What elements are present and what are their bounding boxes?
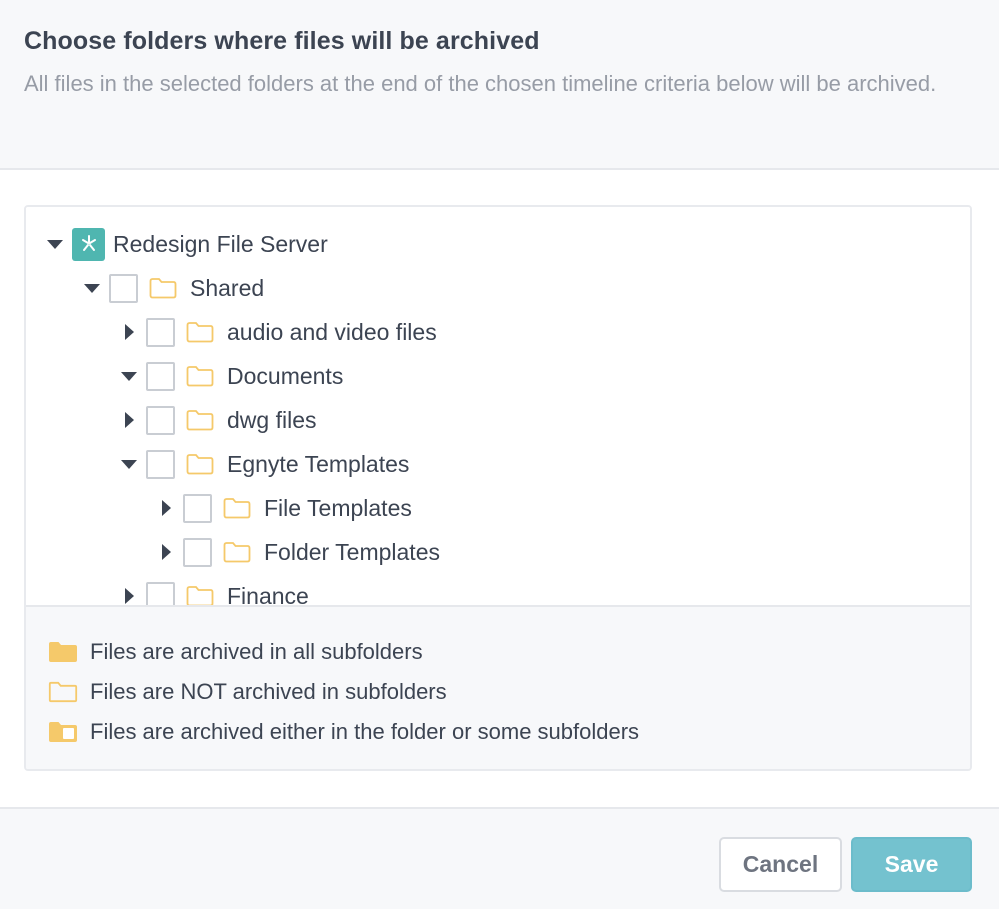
caret-down-icon[interactable] — [46, 235, 64, 253]
tree-item-label: Egnyte Templates — [227, 450, 410, 477]
tree-item-documents[interactable]: Documents — [120, 356, 343, 396]
tree-root[interactable]: Redesign File Server — [46, 224, 328, 264]
caret-down-icon[interactable] — [120, 455, 138, 473]
server-logo-icon — [72, 227, 105, 261]
folder-legend: Files are archived in all subfolders Fil… — [26, 605, 970, 769]
caret-down-icon[interactable] — [83, 279, 101, 297]
folder-outline-icon — [186, 586, 214, 605]
tree-root-label: Redesign File Server — [113, 230, 328, 257]
tree-item-label: dwg files — [227, 406, 317, 433]
caret-right-icon[interactable] — [157, 499, 175, 517]
legend-label: Files are NOT archived in subfolders — [90, 679, 447, 704]
tree-item-folder-templates[interactable]: Folder Templates — [157, 532, 440, 572]
dialog-header: Choose folders where files will be archi… — [0, 0, 999, 170]
folder-tree[interactable]: Redesign File Server Shared audio and vi… — [26, 207, 970, 605]
tree-item-file-templates[interactable]: File Templates — [157, 488, 412, 528]
folder-outline-icon — [186, 366, 214, 387]
tree-item-label: Folder Templates — [264, 538, 440, 565]
folder-checkbox[interactable] — [146, 317, 175, 347]
folder-outline-icon — [186, 410, 214, 431]
tree-item-dwg-files[interactable]: dwg files — [120, 400, 316, 440]
caret-right-icon[interactable] — [120, 323, 138, 341]
folder-checkbox[interactable] — [146, 581, 175, 605]
caret-right-icon[interactable] — [120, 587, 138, 605]
tree-item-label: Finance — [227, 582, 309, 606]
folder-outline-icon — [149, 278, 177, 299]
folder-selection-panel: Redesign File Server Shared audio and vi… — [24, 205, 972, 771]
folder-filled-icon — [49, 642, 77, 662]
dialog-footer: Cancel Save — [0, 807, 999, 909]
folder-checkbox[interactable] — [183, 537, 212, 567]
folder-checkbox[interactable] — [146, 405, 175, 435]
folder-outline-icon — [186, 322, 214, 343]
folder-checkbox[interactable] — [109, 273, 138, 303]
folder-half-filled-icon — [49, 722, 77, 742]
tree-item-label: audio and video files — [227, 318, 437, 345]
tree-item-label: File Templates — [264, 494, 412, 521]
tree-item-label: Shared — [190, 274, 265, 301]
legend-item-partial: Files are archived either in the folder … — [48, 717, 639, 747]
dialog-description: All files in the selected folders at the… — [24, 71, 937, 96]
folder-checkbox[interactable] — [146, 361, 175, 391]
folder-checkbox[interactable] — [146, 449, 175, 479]
folder-checkbox[interactable] — [183, 493, 212, 523]
folder-outline-icon — [223, 542, 251, 563]
legend-item-all-subfolders: Files are archived in all subfolders — [48, 637, 423, 667]
tree-item-egnyte-templates[interactable]: Egnyte Templates — [120, 444, 409, 484]
caret-right-icon[interactable] — [157, 543, 175, 561]
cancel-button[interactable]: Cancel — [719, 837, 842, 892]
tree-item-audio-and-video-files[interactable]: audio and video files — [120, 312, 437, 352]
tree-item-finance[interactable]: Finance — [120, 576, 309, 605]
folder-outline-icon — [186, 454, 214, 475]
save-button[interactable]: Save — [851, 837, 972, 892]
legend-item-not-subfolders: Files are NOT archived in subfolders — [48, 677, 447, 707]
tree-item-shared[interactable]: Shared — [83, 268, 264, 308]
tree-item-label: Documents — [227, 362, 344, 389]
folder-outline-icon — [48, 681, 78, 703]
legend-label: Files are archived either in the folder … — [90, 719, 640, 744]
caret-down-icon[interactable] — [120, 367, 138, 385]
caret-right-icon[interactable] — [120, 411, 138, 429]
dialog-title: Choose folders where files will be archi… — [24, 27, 540, 55]
legend-label: Files are archived in all subfolders — [90, 639, 423, 664]
folder-outline-icon — [223, 498, 251, 519]
